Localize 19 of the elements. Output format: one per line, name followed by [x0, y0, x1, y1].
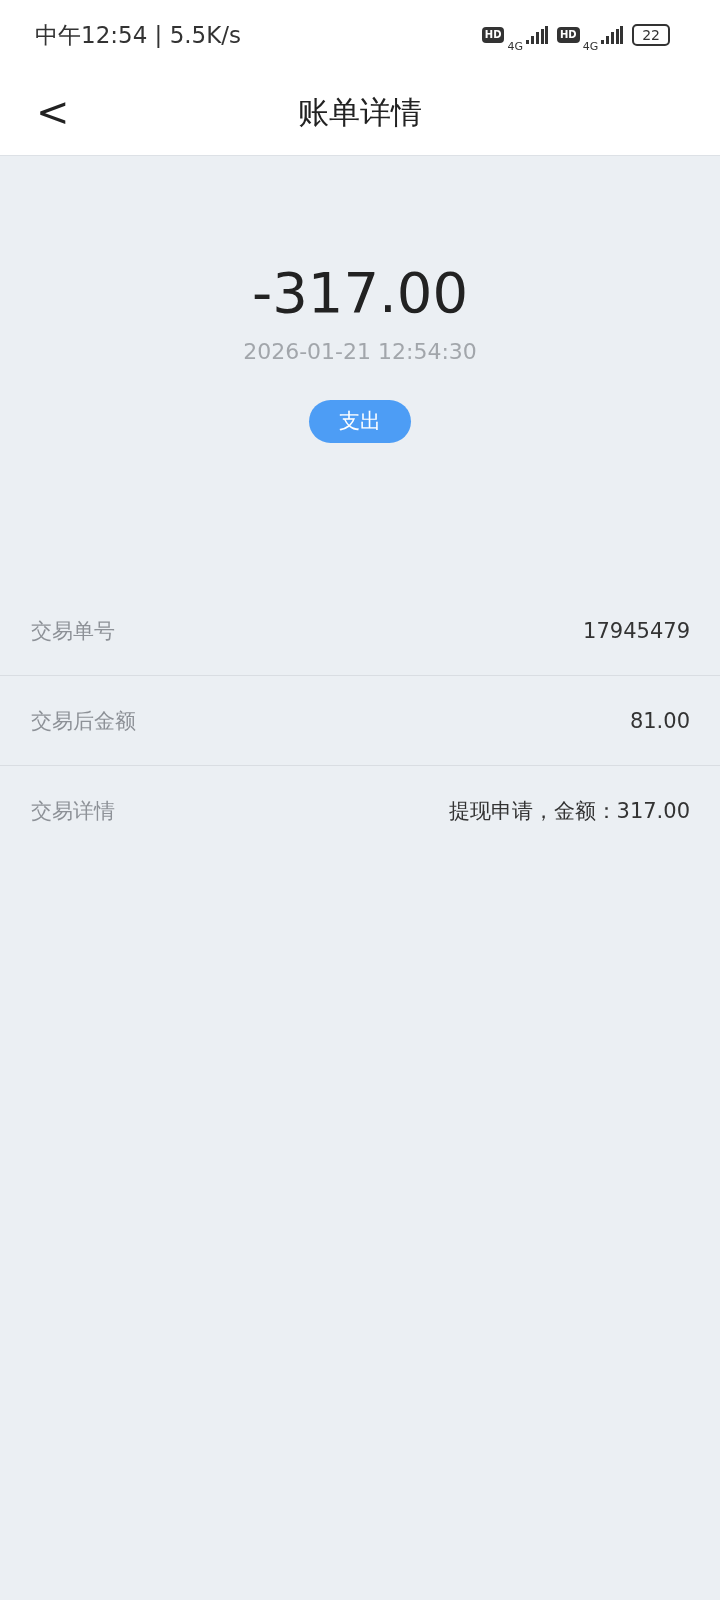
type-tag: 支出	[309, 400, 411, 443]
battery-indicator: 22	[632, 24, 670, 46]
amount: -317.00	[251, 261, 469, 325]
detail-label: 交易单号	[31, 617, 115, 645]
network-label: 4G	[582, 39, 599, 53]
signal-icon	[525, 26, 548, 44]
hd-badge: HD	[556, 27, 580, 43]
detail-value: 提现申请，金额：317.00	[448, 797, 690, 825]
transaction-datetime: 2026-01-21 12:54:30	[243, 339, 477, 364]
signal-icon	[601, 26, 624, 44]
detail-label: 交易后金额	[31, 707, 136, 735]
detail-value: 81.00	[629, 708, 690, 733]
detail-label: 交易详情	[31, 797, 115, 825]
back-button[interactable]: <	[30, 90, 76, 134]
status-time: 中午12:54 | 5.5K/s	[35, 20, 242, 50]
detail-value: 17945479	[583, 618, 690, 643]
network-label: 4G	[507, 39, 523, 53]
page-title: 账单详情	[298, 92, 422, 132]
hd-badge: HD	[481, 27, 505, 43]
